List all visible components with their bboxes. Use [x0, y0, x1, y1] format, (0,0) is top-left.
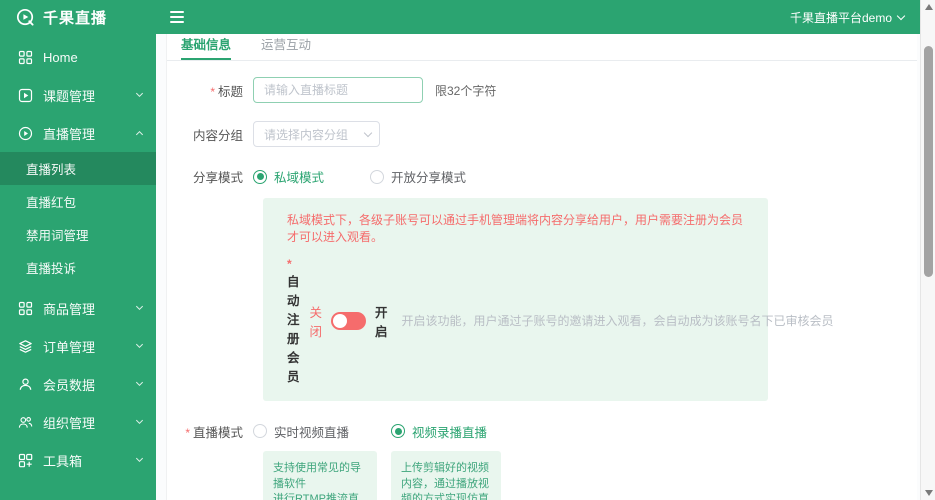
main-content: 基础信息 运营互动 标题 限32个字符 内容分组 [156, 34, 920, 500]
play-square-icon [18, 88, 33, 103]
grid-icon [18, 301, 33, 316]
sidebar-subitem-live-complaints[interactable]: 直播投诉 [0, 251, 156, 284]
tab-basic-info[interactable]: 基础信息 [181, 34, 232, 60]
content-group-select[interactable]: 请选择内容分组 [253, 121, 380, 147]
vertical-scrollbar[interactable] [920, 0, 935, 500]
share-mode-label: 分享模式 [192, 171, 243, 185]
auto-register-toggle[interactable] [331, 311, 367, 330]
recorded-mode-box: 上传剪辑好的视频内容，通过播放视频的方式实现仿真直播效果 MP4 [391, 450, 501, 500]
app-logo[interactable]: 千果直播 [0, 7, 156, 28]
rtmp-tip-line1: 支持使用常见的导播软件 [273, 461, 361, 490]
tab-operation-interaction[interactable]: 运营互动 [261, 34, 311, 60]
rtmp-tip-line2: 进行RTMP推流直播 [273, 493, 359, 500]
live-mode-label: 直播模式 [177, 422, 243, 441]
radio-realtime-live[interactable] [253, 424, 267, 439]
recorded-tip-text: 上传剪辑好的视频内容，通过播放视频的方式实现仿真直播效果 [401, 461, 489, 500]
app-window: 千果直播 千果直播平台demo Home 课题管理 直播管理 直播列表 直播红包… [0, 0, 935, 500]
chevron-down-icon [135, 416, 144, 425]
auto-register-label: 自动注册会员 [287, 257, 300, 385]
account-name: 千果直播平台demo [789, 10, 892, 25]
radio-label[interactable]: 视频录播直播 [412, 422, 487, 441]
sidebar-item-label: 课题管理 [43, 88, 96, 104]
select-placeholder: 请选择内容分组 [264, 127, 349, 142]
logo-text: 千果直播 [43, 9, 108, 27]
title-input[interactable] [253, 77, 423, 103]
play-circle-icon [18, 126, 33, 141]
row-content-group: 内容分组 请选择内容分组 [177, 121, 917, 147]
sidebar-item-toolbox[interactable]: 工具箱 [0, 441, 156, 479]
grid-icon [18, 50, 33, 65]
sidebar-item-label: Home [43, 49, 78, 65]
title-hint: 限32个字符 [435, 83, 497, 98]
sidebar-item-label: 会员数据 [43, 377, 96, 393]
toggle-off-label: 关闭 [309, 305, 323, 339]
group-label: 内容分组 [192, 128, 243, 143]
live-form: 标题 限32个字符 内容分组 请选择内容分组 [167, 61, 917, 500]
sidebar-item-orders[interactable]: 订单管理 [0, 327, 156, 365]
user-icon [18, 377, 33, 392]
chevron-down-icon [135, 454, 144, 463]
sidebar-subitem-label: 直播列表 [26, 163, 77, 177]
sidebar-item-home[interactable]: Home [0, 38, 156, 76]
chevron-down-icon [135, 378, 144, 387]
radio-private-mode[interactable] [253, 169, 267, 184]
radio-recorded-live[interactable] [391, 424, 406, 439]
chevron-down-icon [135, 340, 144, 349]
top-header: 千果直播 千果直播平台demo [0, 0, 920, 34]
sidebar-subitem-live-redpacket[interactable]: 直播红包 [0, 185, 156, 218]
form-card: 基础信息 运营互动 标题 限32个字符 内容分组 [166, 34, 917, 500]
sidebar-item-label: 直播管理 [43, 126, 96, 142]
sidebar-subitem-live-list[interactable]: 直播列表 [0, 152, 156, 185]
row-share-mode: 分享模式 私域模式 开放分享模式 [177, 167, 917, 186]
private-mode-tip: 私域模式下，各级子账号可以通过手机管理端将内容分享给用户，用户需要注册为会员才可… [287, 213, 744, 244]
logo-icon [16, 8, 34, 26]
toggle-on-label: 开启 [375, 305, 388, 339]
auto-register-row: 自动注册会员 关闭 开启 开启该功能，用户通过子账号的邀请进入观看，会自动成为该… [287, 257, 834, 385]
sidebar-item-organization[interactable]: 组织管理 [0, 403, 156, 441]
scrollbar-thumb[interactable] [924, 46, 933, 277]
radio-open-share-mode[interactable] [370, 169, 385, 184]
tab-bar: 基础信息 运营互动 [167, 34, 917, 61]
scroll-down-arrow-icon[interactable] [925, 490, 933, 496]
sidebar-subitem-label: 禁用词管理 [26, 229, 89, 243]
toolbox-icon [18, 453, 33, 468]
live-mode-boxes: 支持使用常见的导播软件 进行RTMP推流直播 OBS W Wirecast 芯象 [263, 450, 917, 500]
row-title: 标题 限32个字符 [177, 77, 917, 103]
sidebar-item-courses[interactable]: 课题管理 [0, 76, 156, 114]
sidebar-item-label: 工具箱 [43, 453, 83, 469]
row-live-mode: 直播模式 实时视频直播 视频录播直播 [177, 422, 917, 441]
sidebar-item-products[interactable]: 商品管理 [0, 289, 156, 327]
sidebar-item-label: 商品管理 [43, 301, 96, 317]
sidebar-item-label: 组织管理 [43, 415, 96, 431]
title-label: 标题 [177, 81, 243, 100]
sidebar-item-label: 订单管理 [43, 339, 96, 355]
account-menu[interactable]: 千果直播平台demo [790, 9, 920, 26]
sidebar-subitem-banned-words[interactable]: 禁用词管理 [0, 218, 156, 251]
chevron-down-icon [135, 302, 144, 311]
users-icon [18, 415, 33, 430]
scroll-up-arrow-icon[interactable] [925, 4, 933, 10]
radio-label[interactable]: 开放分享模式 [391, 167, 466, 186]
rtmp-mode-box: 支持使用常见的导播软件 进行RTMP推流直播 OBS W Wirecast 芯象 [263, 450, 377, 500]
auto-register-hint: 开启该功能，用户通过子账号的邀请进入观看，会自动成为该账号名下已审核会员 [401, 314, 834, 329]
radio-label[interactable]: 私域模式 [274, 167, 324, 186]
private-mode-infobox: 私域模式下，各级子账号可以通过手机管理端将内容分享给用户，用户需要注册为会员才可… [263, 198, 834, 401]
chevron-down-icon [896, 11, 906, 20]
chevron-up-icon [135, 130, 144, 139]
sidebar-item-live-management[interactable]: 直播管理 [0, 114, 156, 152]
chevron-down-icon [363, 128, 373, 137]
layers-icon [18, 339, 33, 354]
sidebar-subitem-label: 直播投诉 [26, 262, 77, 276]
sidebar-subitem-label: 直播红包 [26, 196, 77, 210]
sidebar-item-members[interactable]: 会员数据 [0, 365, 156, 403]
hamburger-icon[interactable] [170, 11, 184, 23]
sidebar: Home 课题管理 直播管理 直播列表 直播红包 禁用词管理 直播投诉 商品管理… [0, 34, 156, 500]
chevron-down-icon [135, 89, 144, 98]
radio-label[interactable]: 实时视频直播 [274, 422, 349, 441]
